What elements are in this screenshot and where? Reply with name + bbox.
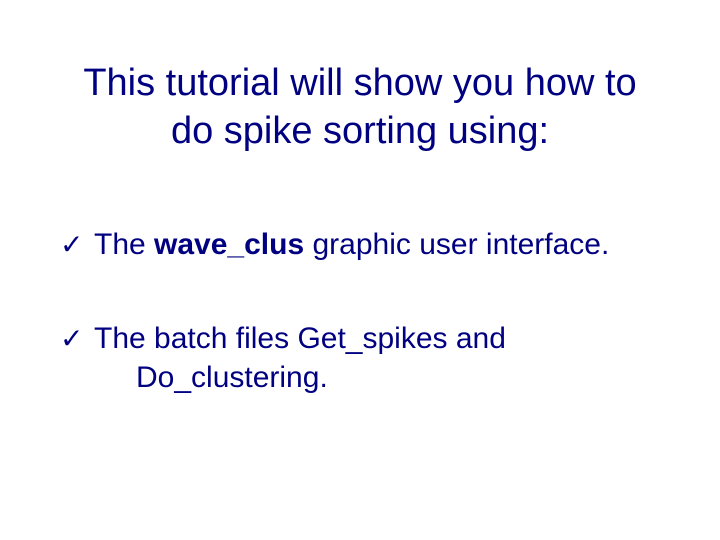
bullet-item-1: ✓ The wave_clus graphic user interface. [60,225,670,264]
checkmark-icon: ✓ [60,227,92,263]
bullet-1-post: graphic user interface. [304,228,609,261]
slide: This tutorial will show you how to do sp… [0,0,720,540]
bullet-2-line1-i1: Get_spikes [297,322,447,355]
bullet-2-line2-post: . [319,361,327,394]
title-line-1: This tutorial will show you how to [83,62,636,104]
bullet-2-line1-pre: The batch files [94,322,297,355]
bullet-2-line2-wrap: Do_clustering. [94,358,670,397]
bullet-2-line1-mid: and [448,322,506,355]
slide-title: This tutorial will show you how to do sp… [0,60,720,155]
bullet-1-bold: wave_clus [154,228,304,261]
bullet-2-line2-i2: Do_clustering [136,361,319,394]
bullet-item-2: ✓ The batch files Get_spikes and Do_clus… [60,319,670,397]
bullet-1-pre: The [94,228,154,261]
bullet-list: ✓ The wave_clus graphic user interface. … [60,225,670,452]
bullet-1-text: The wave_clus graphic user interface. [94,225,670,264]
title-line-2: do spike sorting using: [171,110,549,152]
checkmark-icon: ✓ [60,321,92,357]
bullet-2-text: The batch files Get_spikes and Do_cluste… [94,319,670,397]
